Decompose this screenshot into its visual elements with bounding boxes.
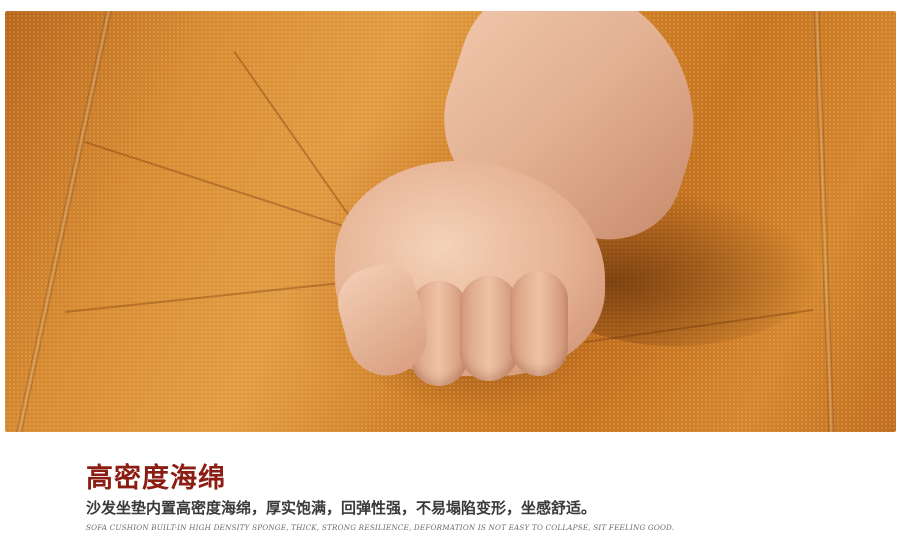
leather-cushion-photo [5,11,896,432]
feature-title: 高密度海绵 [86,463,226,494]
feature-english-description: SOFA CUSHION BUILT-IN HIGH DENSITY SPONG… [86,523,675,532]
finger [510,271,568,376]
feature-description: 沙发坐垫内置高密度海绵，厚实饱满，回弹性强，不易塌陷变形，坐感舒适。 [86,499,597,517]
